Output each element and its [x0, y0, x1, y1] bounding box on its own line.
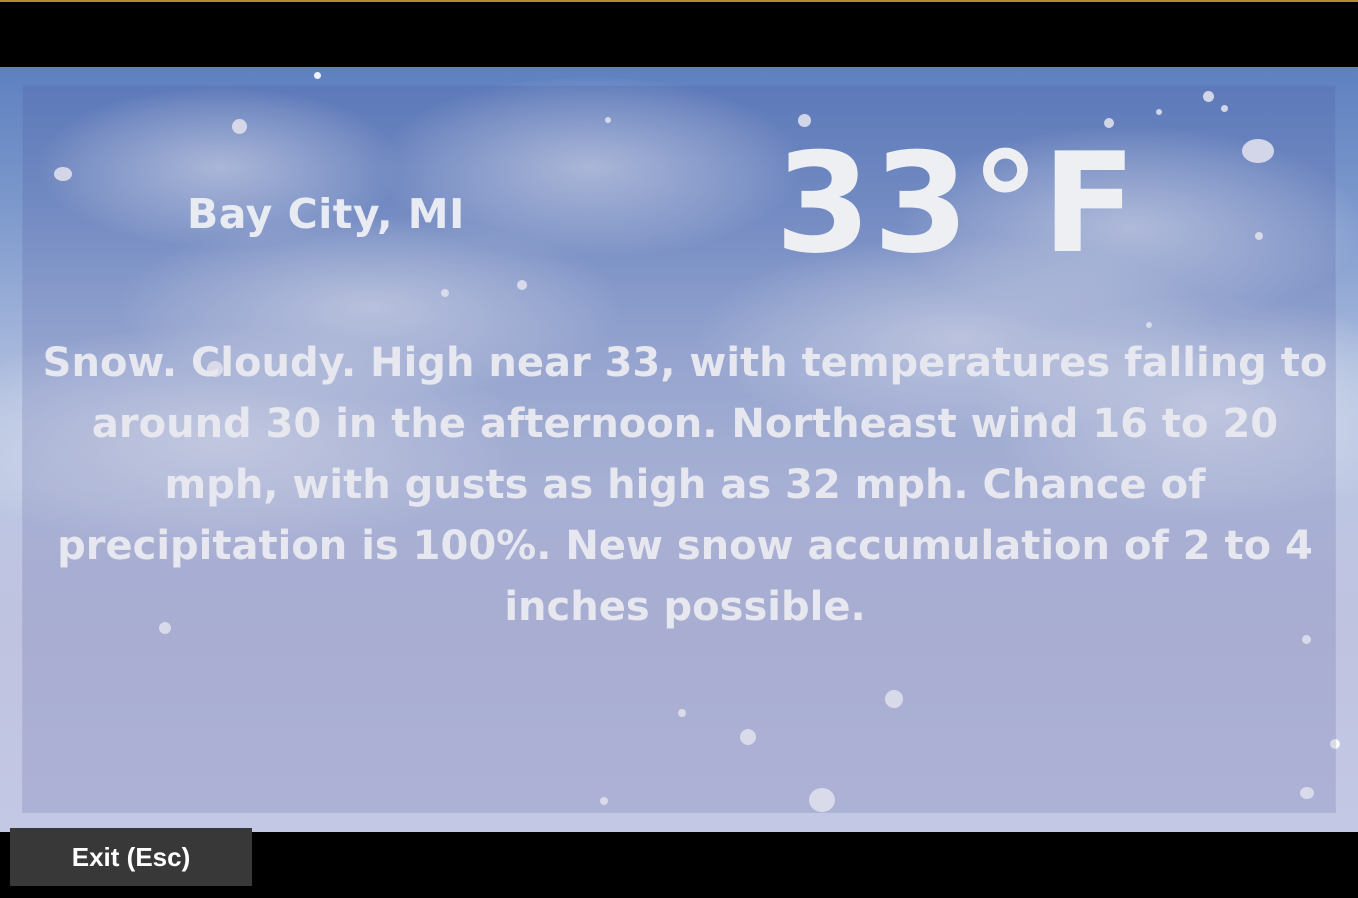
forecast-description: Snow. Cloudy. High near 33, with tempera…: [42, 340, 1328, 630]
snowflake: [314, 72, 321, 79]
location-label: Bay City, MI: [187, 190, 465, 238]
top-letterbox-bar: [0, 0, 1358, 67]
exit-button[interactable]: Exit (Esc): [10, 828, 252, 886]
temperature-reading: 33°F: [775, 123, 1139, 284]
